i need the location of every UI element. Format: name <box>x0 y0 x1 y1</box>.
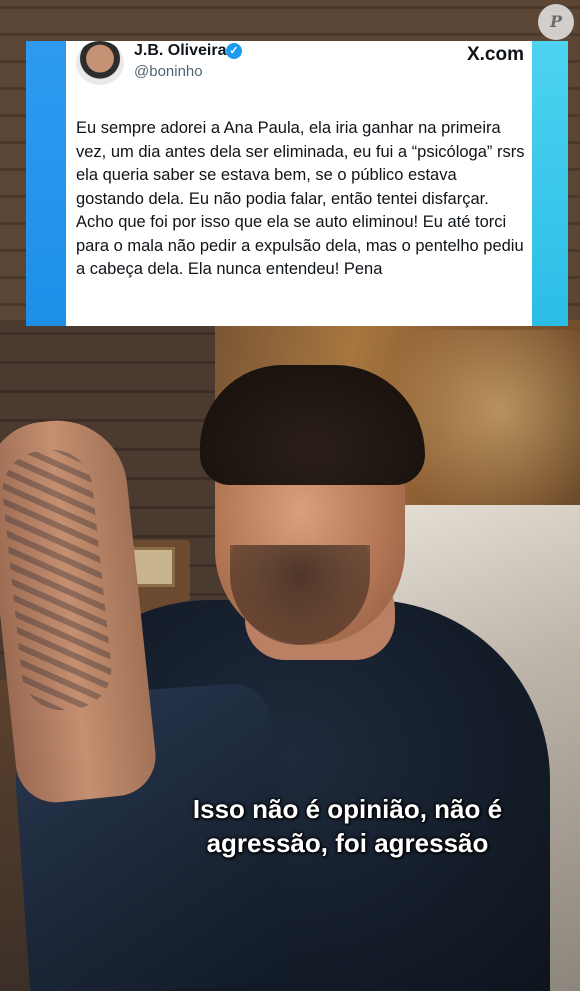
subtitle: Isso não é opinião, não é agressão, foi … <box>150 792 545 860</box>
subtitle-line-2: agressão, foi agressão <box>206 828 489 858</box>
user-handle: @boninho <box>134 63 203 80</box>
watermark-logo: P <box>538 4 574 40</box>
tweet-text: Eu sempre adorei a Ana Paula, ela iria g… <box>76 119 525 278</box>
tweet-accent-right <box>532 41 568 326</box>
x-logo-icon: X.com <box>466 44 524 65</box>
avatar <box>76 41 124 85</box>
verified-icon: ✓ <box>226 43 242 59</box>
subtitle-line-1: Isso não é opinião, não é <box>192 794 503 824</box>
tweet-card: J.B. Oliveira ✓ @boninho X.com Eu sempre… <box>26 41 568 326</box>
tweet-body: J.B. Oliveira ✓ @boninho X.com Eu sempre… <box>66 41 532 326</box>
tweet-accent-left <box>26 41 66 326</box>
display-name: J.B. Oliveira <box>134 42 227 59</box>
